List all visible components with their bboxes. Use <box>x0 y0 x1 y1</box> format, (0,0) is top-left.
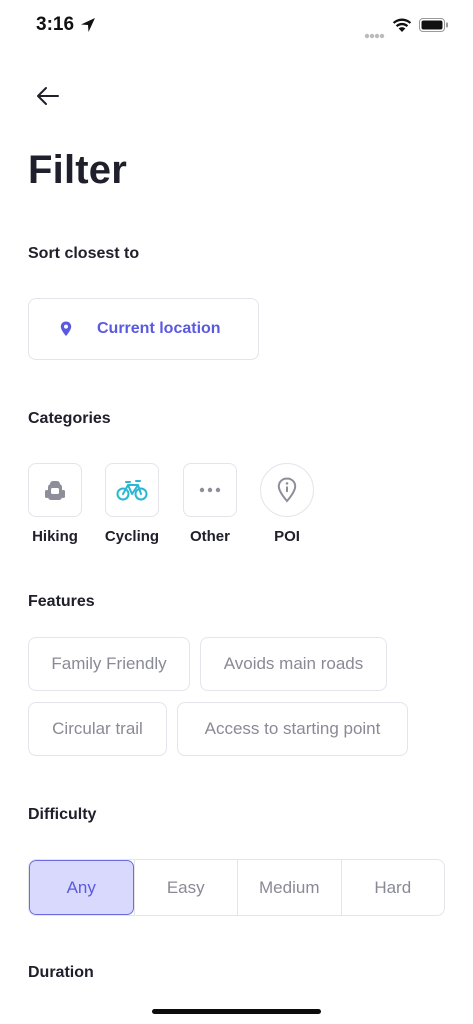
difficulty-section-label: Difficulty <box>28 806 97 823</box>
difficulty-option-medium[interactable]: Medium <box>237 860 341 915</box>
category-cycling-box <box>105 463 159 517</box>
category-poi-box <box>260 463 314 517</box>
battery-icon <box>419 17 449 38</box>
difficulty-segmented-control: Any Easy Medium Hard <box>28 859 445 916</box>
difficulty-option-hard[interactable]: Hard <box>340 860 445 915</box>
back-button[interactable] <box>32 80 64 112</box>
feature-chip-access-to-starting-point[interactable]: Access to starting point <box>177 702 408 756</box>
duration-section-label: Duration <box>28 964 94 981</box>
page-title: Filter <box>28 148 127 192</box>
category-cycling[interactable]: Cycling <box>93 463 171 545</box>
feature-chip-avoids-main-roads[interactable]: Avoids main roads <box>200 637 387 691</box>
category-label: Hiking <box>32 528 78 545</box>
difficulty-option-easy[interactable]: Easy <box>133 860 238 915</box>
arrow-left-icon <box>37 87 59 105</box>
backpack-icon <box>45 481 65 500</box>
feature-chip-circular-trail[interactable]: Circular trail <box>28 702 167 756</box>
location-arrow-icon <box>80 17 96 38</box>
category-label: Other <box>189 528 230 545</box>
category-label: POI <box>274 528 300 545</box>
category-hiking-box <box>28 463 82 517</box>
category-hiking[interactable]: Hiking <box>16 463 94 545</box>
category-label: Cycling <box>104 528 160 545</box>
features-section-label: Features <box>28 593 95 610</box>
status-time: 3:16 <box>36 14 75 35</box>
feature-chip-family-friendly[interactable]: Family Friendly <box>28 637 190 691</box>
current-location-label: Current location <box>97 320 221 337</box>
current-location-button[interactable]: Current location <box>28 298 259 360</box>
more-dots-icon <box>199 487 221 493</box>
status-bar: 3:16 <box>0 0 473 52</box>
home-indicator <box>152 1009 321 1014</box>
info-pin-icon <box>277 477 297 503</box>
category-poi[interactable]: POI <box>248 463 326 545</box>
map-pin-icon <box>60 321 72 342</box>
difficulty-option-any[interactable]: Any <box>29 860 134 915</box>
signal-dots-icon <box>364 26 386 44</box>
category-other-box <box>183 463 237 517</box>
wifi-icon <box>392 17 412 38</box>
bicycle-icon <box>116 480 148 501</box>
category-other[interactable]: Other <box>171 463 249 545</box>
categories-section-label: Categories <box>28 410 111 427</box>
sort-section-label: Sort closest to <box>28 245 140 262</box>
